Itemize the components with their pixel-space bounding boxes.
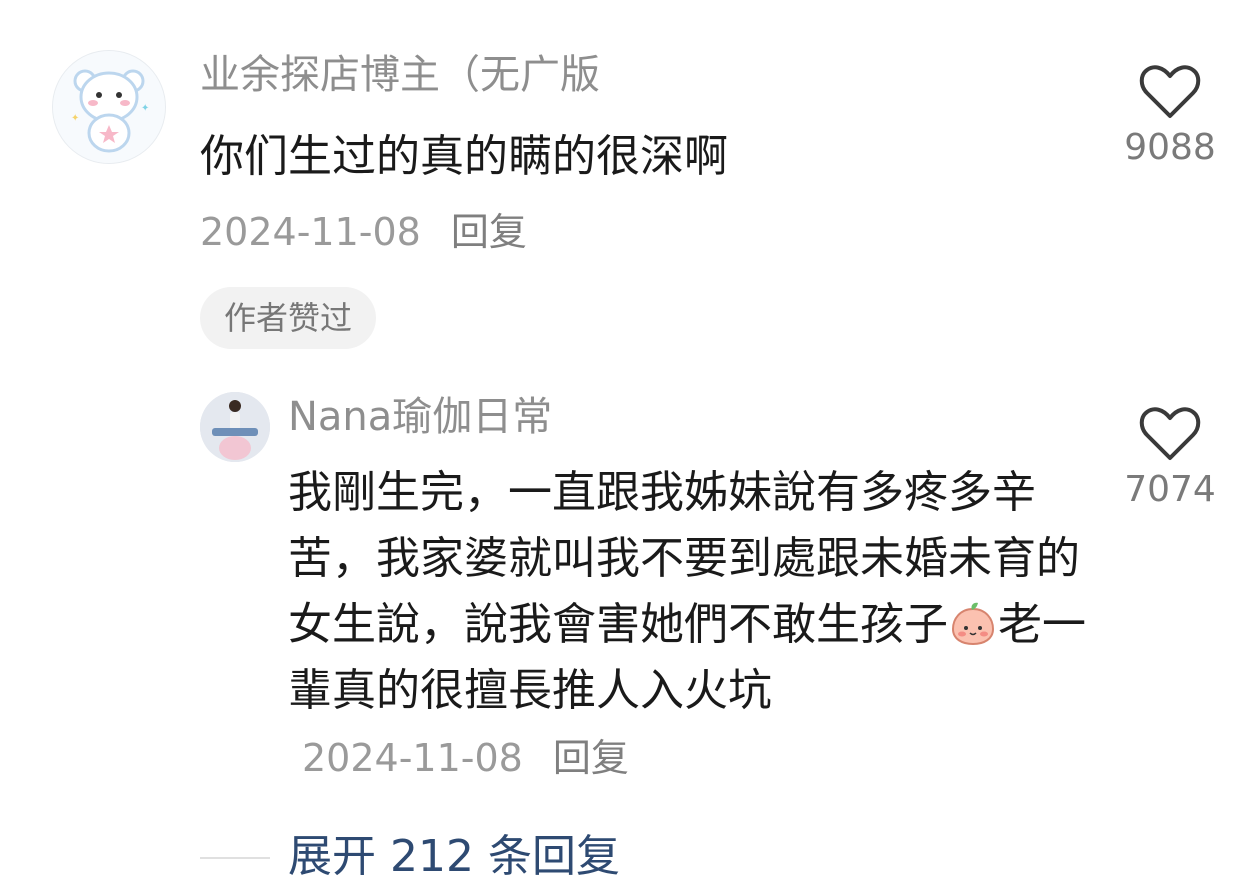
yoga-avatar-icon (200, 392, 270, 462)
peach-face-emoji-icon (950, 600, 996, 646)
comment-like[interactable]: 9088 (1120, 64, 1220, 170)
comment-date: 2024-11-08 (200, 210, 421, 254)
svg-text:✦: ✦ (141, 103, 149, 114)
comment-meta: 2024-11-08 回复 (200, 207, 527, 257)
reply-date: 2024-11-08 (302, 736, 523, 780)
reply-meta: 2024-11-08 回复 (302, 736, 629, 780)
reply-like-count: 7074 (1124, 469, 1216, 510)
reply-reply-button[interactable]: 回复 (553, 736, 629, 780)
comment-like-count: 9088 (1124, 127, 1216, 168)
comment-text: 你们生过的真的瞒的很深啊 (200, 131, 728, 182)
reply-like[interactable]: 7074 (1120, 406, 1220, 512)
author-liked-badge: 作者赞过 (200, 287, 377, 349)
avatar[interactable]: ✦ ✦ (52, 50, 166, 164)
reply-username[interactable]: Nana瑜伽日常 (288, 392, 552, 442)
bear-avatar-icon: ✦ ✦ (53, 51, 165, 163)
reply-avatar[interactable] (200, 392, 270, 462)
expand-replies-button[interactable]: 展开 212 条回复 (288, 828, 620, 886)
svg-text:✦: ✦ (71, 113, 79, 124)
expand-divider (200, 857, 270, 859)
comment-username[interactable]: 业余探店博主（无广版 (200, 50, 600, 100)
heart-outline-icon[interactable] (1139, 406, 1201, 462)
reply-text: 我剛生完，一直跟我姊妹說有多疼多辛苦，我家婆就叫我不要到處跟未婚未育的女生說，說… (288, 460, 1088, 790)
heart-outline-icon[interactable] (1139, 64, 1201, 120)
comment-reply-button[interactable]: 回复 (451, 210, 527, 254)
